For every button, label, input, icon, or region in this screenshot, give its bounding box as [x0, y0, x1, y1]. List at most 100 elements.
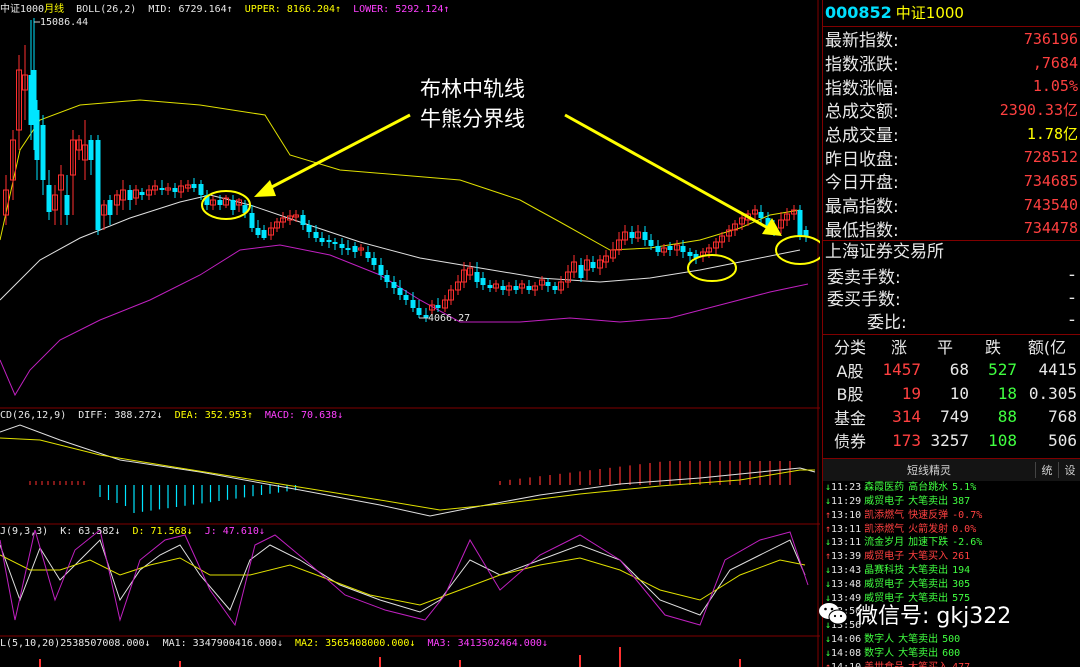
- stats-header-flat: 平: [936, 338, 953, 358]
- stats-button[interactable]: 统: [1035, 462, 1058, 479]
- quote-value: 728512: [1023, 148, 1078, 167]
- candle-body: [391, 282, 397, 288]
- candle-body: [680, 246, 686, 252]
- stats-cat: 债券: [833, 432, 866, 452]
- news-value: -2.6%: [952, 537, 983, 549]
- annotation-text: 布林中轨线 牛熊分界线: [420, 74, 525, 134]
- news-value: 5.1%: [952, 482, 977, 494]
- candle-body: [371, 258, 377, 265]
- arrow-head: [254, 180, 276, 197]
- news-item[interactable]: ↓11:23 森霞医药 高台跳水 5.1%: [823, 481, 1080, 495]
- news-event: 加速下跌: [908, 537, 949, 549]
- quote-value: 734685: [1023, 171, 1078, 190]
- order-label: 委比:: [867, 312, 907, 333]
- candle-body: [545, 282, 551, 286]
- stats-row: B股 19 10 18 0.305: [823, 382, 1080, 406]
- quote-value: 736196: [1023, 29, 1078, 48]
- macd-diff-line: [0, 424, 816, 517]
- candle-body: [487, 285, 493, 288]
- kdj-indicator-bar: J(9,3,3) K: 63.582↓ D: 71.568↓ J: 47.610…: [0, 526, 271, 538]
- short-wizard-title[interactable]: 短线精灵: [823, 462, 1035, 478]
- candle-body: [31, 70, 37, 115]
- macd-dea: DEA: 352.953↑: [174, 410, 253, 421]
- quote-label: 最低指数:: [825, 220, 899, 241]
- quote-row: 最新指数: 736196: [823, 27, 1080, 52]
- quote-label: 最高指数:: [825, 197, 899, 218]
- news-item[interactable]: ↑14:10盖世食品大笔买入477: [823, 661, 1080, 667]
- stats-up: 19: [901, 383, 921, 403]
- short-wizard-list[interactable]: ↓11:23 森霞医药 高台跳水 5.1% ↓11:29 威贸电子 大笔卖出 387 ↑13:1…: [823, 481, 1080, 667]
- news-event: 大笔卖出: [908, 578, 949, 590]
- news-item[interactable]: ↓13:48 威贸电子 大笔卖出 305: [823, 578, 1080, 592]
- news-item[interactable]: ↓13:11 流金岁月 加速下跌 -2.6%: [823, 536, 1080, 550]
- quote-value: 2390.33亿: [999, 101, 1078, 120]
- candle-body: [480, 278, 486, 285]
- news-item[interactable]: ↓14:06 数字人 大笔卖出 500: [823, 633, 1080, 647]
- quote-row: 总成交量: 1.78亿: [823, 122, 1080, 146]
- settings-button[interactable]: 设: [1058, 462, 1080, 479]
- candle-body: [40, 125, 46, 180]
- kdj-j-line: [0, 529, 809, 627]
- candle-body: [384, 275, 390, 282]
- news-event: 高台跳水: [908, 482, 949, 494]
- stats-header-down: 跌: [984, 338, 1001, 358]
- candle-body: [365, 252, 371, 258]
- stats-up: 314: [892, 407, 921, 427]
- order-value: -: [1068, 287, 1075, 308]
- news-stock: 凯添燃气: [864, 523, 905, 535]
- news-event: 火箭发射: [908, 523, 949, 535]
- stats-row: A股 1457 68 527 4415: [823, 358, 1080, 382]
- kline-chart-area[interactable]: 中证1000月线 BOLL(26,2) MID: 6729.164↑ UPPER…: [0, 0, 820, 667]
- news-item[interactable]: ↓13:43 晶赛科技 大笔卖出 194: [823, 564, 1080, 578]
- news-item[interactable]: ↓11:29 威贸电子 大笔卖出 387: [823, 495, 1080, 509]
- quote-rows: 最新指数: 736196 指数涨跌: ,7684 指数涨幅: 1.05% 总成交额: 2390…: [823, 27, 1080, 241]
- news-stock: 流金岁月: [864, 537, 905, 549]
- macd-dea-line: [0, 437, 815, 511]
- kdj-name: J(9,3,3): [0, 526, 49, 537]
- news-item[interactable]: ↑13:10 凯添燃气 快速反弹 -0.7%: [823, 509, 1080, 523]
- kdj-d-line: [0, 554, 806, 606]
- news-time: 14:06: [831, 633, 862, 645]
- news-item[interactable]: ↑13:39 威贸电子 大笔买入 261: [823, 550, 1080, 564]
- news-value: 0.0%: [952, 523, 977, 535]
- candle-body: [326, 240, 332, 242]
- quote-row: 昨日收盘: 728512: [823, 145, 1080, 170]
- kdj-j: J: 47.610↓: [204, 526, 265, 537]
- candle-body: [332, 242, 338, 244]
- index-title: 中证1000: [0, 4, 45, 15]
- candle-body: [578, 265, 584, 278]
- order-label: 委买手数:: [827, 290, 901, 311]
- quote-row: 总成交额: 2390.33亿: [823, 98, 1080, 122]
- stats-flat: 68: [949, 360, 969, 380]
- candle-body: [687, 252, 693, 256]
- vol-ma1: MA1: 3347900416.000↓: [162, 638, 283, 649]
- vol-name: L(5,10,20): [0, 638, 61, 649]
- short-wizard-header: 短线精灵 统 设: [823, 458, 1080, 482]
- stats-header-cat: 分类: [833, 338, 866, 358]
- candle-body: [435, 305, 441, 308]
- candle-body: [300, 215, 306, 225]
- candle-body: [590, 262, 596, 268]
- kline-chart-canvas[interactable]: [0, 0, 820, 667]
- watermark-text: 微信号: gkj322: [856, 604, 1012, 629]
- kdj-k-line: [0, 539, 806, 616]
- order-rows: 委卖手数: - 委买手数: - 委比: -: [823, 264, 1080, 333]
- stats-amt: 0.305: [1028, 383, 1077, 403]
- candle-body: [139, 192, 145, 195]
- quote-label: 昨日收盘:: [825, 149, 899, 170]
- boll-upper-line: [0, 99, 801, 251]
- boll-label: BOLL(26,2): [76, 4, 137, 15]
- stats-amt: 4415: [1038, 360, 1077, 380]
- news-item[interactable]: ↑13:11 凯添燃气 火箭发射 0.0%: [823, 523, 1080, 537]
- order-value: -: [1068, 310, 1075, 331]
- stats-header-amt: 额(亿: [1027, 338, 1067, 358]
- stats-down: 108: [988, 430, 1017, 450]
- vol-indicator-bar: L(5,10,20)2538507008.000↓ MA1: 334790041…: [0, 638, 554, 650]
- stats-flat: 3257: [930, 430, 969, 450]
- market-stats-table: 分类 涨 平 跌 额(亿 A股 1457 68 527 4415 B股 19 10 18 0.30…: [823, 333, 1080, 453]
- macd-indicator-bar: CD(26,12,9) DIFF: 388.272↓ DEA: 352.953↑…: [0, 410, 349, 422]
- news-value: 600: [942, 647, 961, 659]
- news-item[interactable]: ↓14:08 数字人 大笔卖出 600: [823, 647, 1080, 661]
- boll-lower-line: [0, 244, 809, 397]
- exchange-name: 上海证券交易所: [823, 240, 1080, 264]
